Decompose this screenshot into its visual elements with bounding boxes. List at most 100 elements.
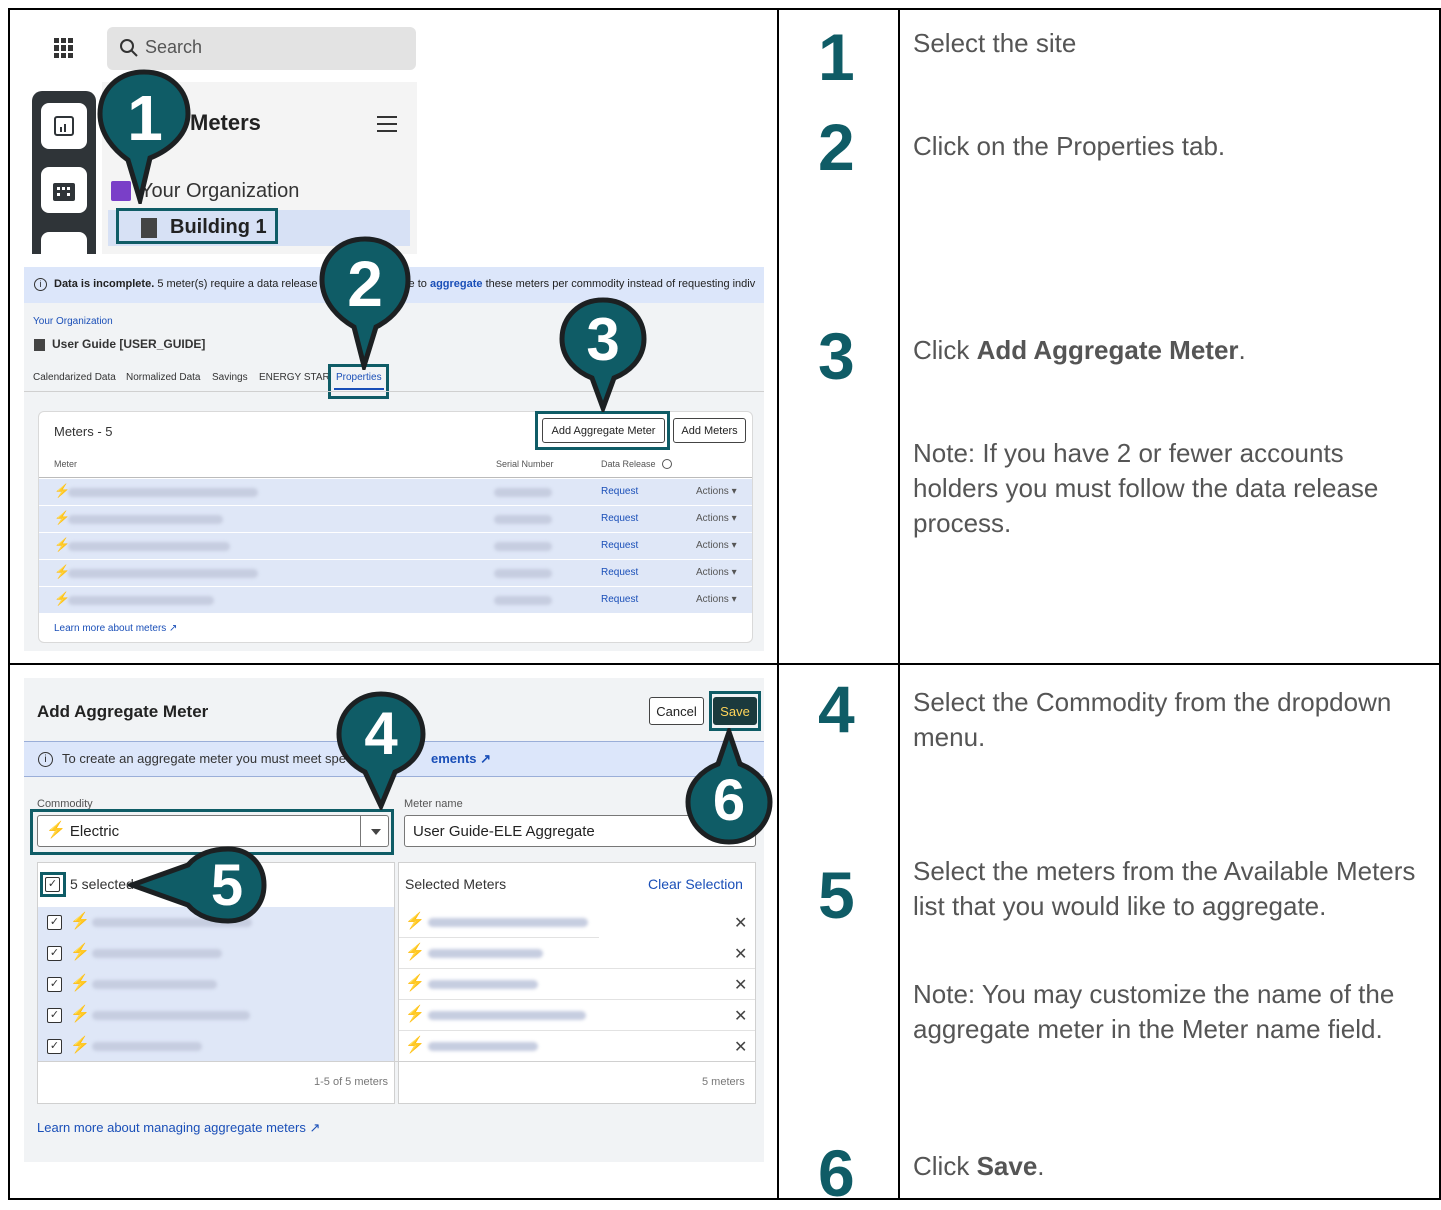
request-link[interactable]: Request [601,594,638,605]
remove-meter-icon[interactable]: ✕ [734,944,747,964]
request-link[interactable]: Request [601,486,638,497]
actions-dropdown[interactable]: Actions ▾ [696,594,737,605]
electric-icon: ⚡ [405,913,425,930]
tab-savings[interactable]: Savings [212,372,248,383]
meter-checkbox[interactable]: ✓ [47,1039,62,1054]
step-text-6: Click Save. [913,1149,1423,1184]
electric-icon: ⚡ [70,1037,90,1054]
callout-number-5: 5 [210,853,244,918]
step-text-3: Click Add Aggregate Meter. [913,333,1423,368]
actions-dropdown[interactable]: Actions ▾ [696,513,737,524]
blurred-meter-name [428,1042,538,1051]
select-all-highlight-box [40,872,66,897]
remove-meter-icon[interactable]: ✕ [734,1006,747,1026]
blurred-serial [494,542,552,551]
actions-dropdown[interactable]: Actions ▾ [696,567,737,578]
callout-number-1: 1 [127,82,163,154]
col-release: Data Release [601,459,656,469]
selected-row-divider [399,1030,755,1031]
tab-energy-star[interactable]: ENERGY STAR [259,372,330,383]
electric-icon: ⚡ [70,913,90,930]
left-footer-count: 1-5 of 5 meters [314,1076,388,1088]
request-link[interactable]: Request [601,513,638,524]
actions-dropdown[interactable]: Actions ▾ [696,540,737,551]
meter-name-value: User Guide-ELE Aggregate [413,822,595,840]
dialog-title: Add Aggregate Meter [37,702,209,721]
banner-text: Data is incomplete. 5 meter(s) require a… [54,278,318,290]
meter-checkbox[interactable]: ✓ [47,977,62,992]
buildings-icon[interactable] [41,167,87,213]
meter-icon[interactable] [41,232,87,254]
tab-normalized[interactable]: Normalized Data [126,372,200,383]
meter-checkbox[interactable]: ✓ [47,946,62,961]
selected-row-divider [399,999,755,1000]
add-meters-button[interactable]: Add Meters [673,418,746,443]
step-text-3-prefix: Click [913,335,977,365]
selected-meters-heading: Selected Meters [405,876,507,892]
blurred-serial [494,569,552,578]
step-text-6-prefix: Click [913,1151,977,1181]
electric-icon: ⚡ [70,1006,90,1023]
apps-grid-icon[interactable] [54,38,74,58]
step-text-6-bold: Save [976,1151,1038,1181]
tab-calendarized[interactable]: Calendarized Data [33,372,116,383]
callout-number-4: 4 [364,700,398,767]
step-text-2: Click on the Properties tab. [913,131,1226,161]
search-placeholder: Search [145,37,203,57]
right-footer-count: 5 meters [702,1076,745,1088]
breadcrumb[interactable]: Your Organization [33,316,113,327]
selected-row-divider [399,968,755,969]
blurred-meter-name [92,1011,250,1020]
col-meter: Meter [54,459,78,469]
nav-title: Meters [190,110,261,135]
table-divider-1 [777,8,779,1199]
reports-icon[interactable] [41,103,87,149]
step-number-5: 5 [818,858,855,932]
request-link[interactable]: Request [601,540,638,551]
col-serial: Serial Number [496,459,554,469]
blurred-meter-name [68,596,214,605]
requirements-link[interactable]: ements ↗ [431,751,491,767]
step-number-2: 2 [818,110,855,184]
electric-icon: ⚡ [70,944,90,961]
cancel-button[interactable]: Cancel [649,697,704,725]
step-text-4: Select the Commodity from the dropdown m… [913,687,1392,752]
blurred-serial [494,515,552,524]
page-title: User Guide [USER_GUIDE] [52,337,206,351]
table-divider-2 [898,8,900,1199]
blurred-meter-name [92,949,222,958]
blurred-meter-name [92,980,217,989]
remove-meter-icon[interactable]: ✕ [734,975,747,995]
remove-meter-icon[interactable]: ✕ [734,913,747,933]
table-border-right [1439,8,1441,1199]
tabs-divider [24,391,764,392]
header-divider [39,477,752,478]
actions-dropdown[interactable]: Actions ▾ [696,486,737,497]
meter-checkbox[interactable]: ✓ [47,915,62,930]
electric-icon: ⚡ [405,1006,425,1023]
remove-meter-icon[interactable]: ✕ [734,1037,747,1057]
step-text-1: Select the site [913,28,1077,58]
search-icon [120,39,138,57]
meter-checkbox[interactable]: ✓ [47,1008,62,1023]
electric-icon: ⚡ [70,975,90,992]
add-aggregate-highlight-box [535,411,670,450]
blurred-meter-name [68,569,258,578]
callout-number-6: 6 [712,768,746,833]
search-input[interactable]: Search [107,27,416,70]
clear-selection-link[interactable]: Clear Selection [648,876,743,892]
blurred-serial [494,488,552,497]
learn-more-aggregate-link[interactable]: Learn more about managing aggregate mete… [37,1120,320,1136]
selected-row-divider [38,1061,755,1062]
step-text-5: Select the meters from the Available Met… [913,856,1416,921]
building-title-icon [34,339,45,351]
callout-number-2: 2 [347,248,383,320]
learn-more-meters-link[interactable]: Learn more about meters ↗ [54,623,177,634]
blurred-serial [494,596,552,605]
blurred-meter-name [428,980,538,989]
blurred-meter-name [428,918,588,927]
request-link[interactable]: Request [601,567,638,578]
step-number-6: 6 [818,1136,855,1210]
blurred-meter-name [68,488,258,497]
hamburger-menu-icon[interactable] [377,116,397,132]
